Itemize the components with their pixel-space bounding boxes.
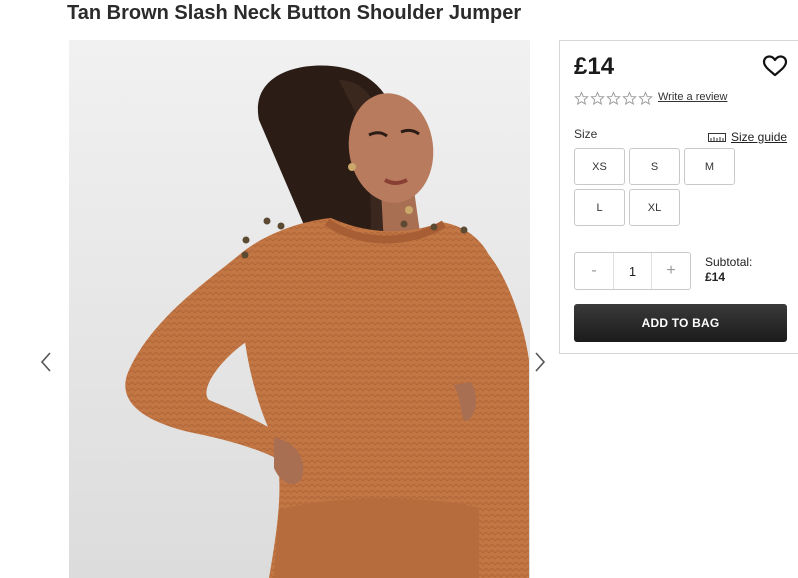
purchase-panel: £14 Write a review Size Size guide XS S … (559, 40, 798, 354)
chevron-left-icon (40, 352, 51, 372)
quantity-decrement-button[interactable]: - (575, 253, 613, 289)
add-to-bag-button[interactable]: ADD TO BAG (574, 304, 787, 342)
product-title: Tan Brown Slash Neck Button Shoulder Jum… (67, 2, 522, 24)
subtotal-label: Subtotal: (705, 255, 753, 269)
star-outline-icon (590, 91, 605, 106)
quantity-increment-button[interactable]: + (652, 253, 690, 289)
star-outline-icon (606, 91, 621, 106)
write-review-link[interactable]: Write a review (658, 91, 727, 103)
ruler-icon (708, 132, 726, 142)
size-label: Size (574, 127, 598, 141)
star-outline-icon (622, 91, 637, 106)
size-option-xl[interactable]: XL (629, 189, 680, 226)
star-outline-icon (638, 91, 653, 106)
star-rating (574, 91, 653, 106)
size-guide-link[interactable]: Size guide (708, 130, 787, 144)
star-outline-icon (574, 91, 589, 106)
product-price: £14 (574, 53, 615, 80)
size-option-l[interactable]: L (574, 189, 625, 226)
heart-outline-icon (762, 55, 788, 77)
chevron-right-icon (535, 352, 546, 372)
quantity-stepper: - 1 + (574, 252, 691, 290)
size-guide-label: Size guide (731, 130, 788, 144)
gallery-next-button[interactable] (530, 348, 550, 376)
size-option-s[interactable]: S (629, 148, 680, 185)
gallery-prev-button[interactable] (36, 348, 56, 376)
subtotal: Subtotal: £14 (705, 255, 752, 285)
product-photo (69, 40, 530, 578)
wishlist-button[interactable] (762, 54, 788, 78)
size-option-m[interactable]: M (684, 148, 735, 185)
size-option-xs[interactable]: XS (574, 148, 625, 185)
product-image-gallery[interactable] (69, 40, 530, 578)
subtotal-amount: £14 (705, 270, 726, 284)
quantity-input[interactable]: 1 (613, 253, 652, 289)
